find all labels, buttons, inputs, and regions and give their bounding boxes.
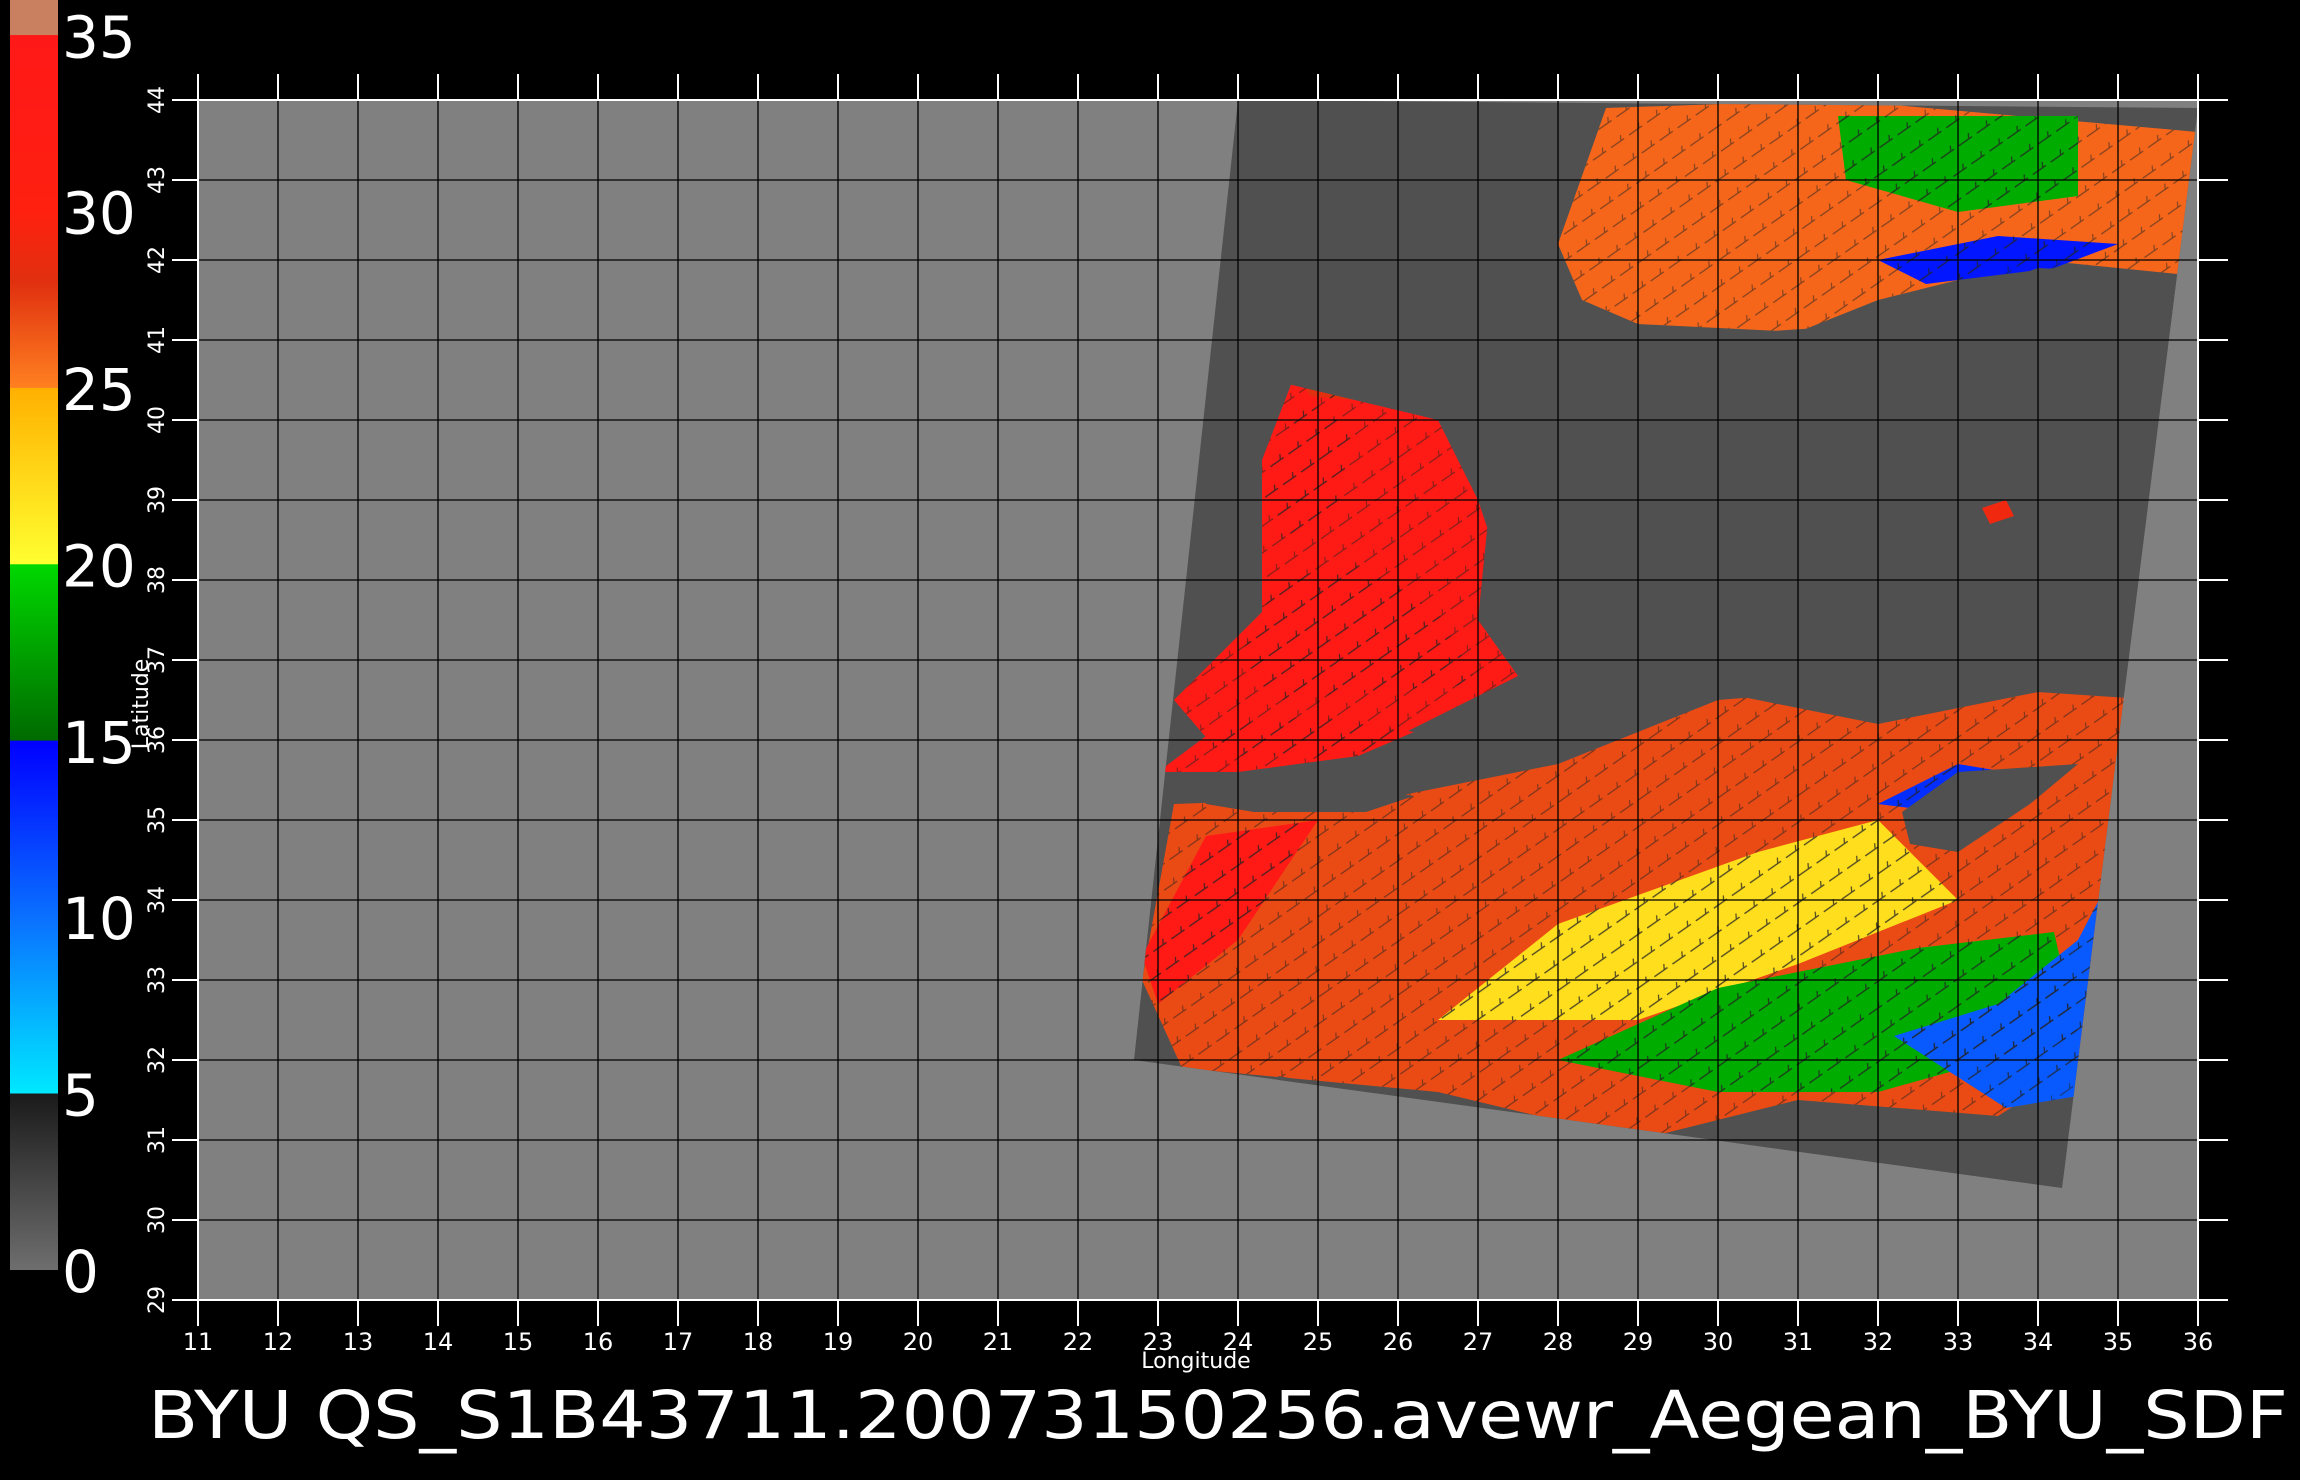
y-tick-label: 39 xyxy=(145,486,170,514)
x-tick-label: 22 xyxy=(1063,1328,1094,1356)
x-tick-label: 30 xyxy=(1703,1328,1734,1356)
x-tick-label: 31 xyxy=(1783,1328,1814,1356)
y-tick-label: 42 xyxy=(145,246,170,274)
x-tick-label: 18 xyxy=(743,1328,774,1356)
x-tick-label: 36 xyxy=(2183,1328,2214,1356)
colorbar-tick-label: 30 xyxy=(62,180,136,248)
wind-speed-map-figure: 35 30 25 20 15 10 5 0 11 12 13 14 15 16 17 18 19 20 21 22 2… xyxy=(0,0,2300,1480)
colorbar-tick-label: 10 xyxy=(62,885,136,953)
x-tick-label: 32 xyxy=(1863,1328,1894,1356)
y-tick-label: 38 xyxy=(145,566,170,594)
x-tick-label: 17 xyxy=(663,1328,694,1356)
y-tick-label: 29 xyxy=(145,1286,170,1314)
map-panel: 11 12 13 14 15 16 17 18 19 20 21 22 23 24 25 26 27 28 29 30… xyxy=(145,74,2228,1356)
y-tick-label: 35 xyxy=(145,806,170,834)
colorbar-tick-label: 20 xyxy=(62,532,136,600)
x-tick-label: 29 xyxy=(1623,1328,1654,1356)
x-tick-label: 12 xyxy=(263,1328,294,1356)
file-title: BYU QS_S1B43711.20073150256.avewr_Aegean… xyxy=(148,1377,2288,1454)
y-tick-label: 44 xyxy=(145,86,170,114)
y-tick-label: 32 xyxy=(145,1046,170,1074)
x-tick-label: 13 xyxy=(343,1328,374,1356)
y-tick-label: 40 xyxy=(145,406,170,434)
y-axis-label: Latitude xyxy=(129,659,154,750)
x-tick-label: 14 xyxy=(423,1328,454,1356)
y-tick-label: 33 xyxy=(145,966,170,994)
y-tick-label: 43 xyxy=(145,166,170,194)
colorbar-tick-label: 5 xyxy=(62,1062,99,1130)
colorbar-tick-label: 35 xyxy=(62,3,136,71)
x-tick-label: 34 xyxy=(2023,1328,2054,1356)
x-tick-label: 19 xyxy=(823,1328,854,1356)
y-tick-label: 30 xyxy=(145,1206,170,1234)
y-tick-label: 31 xyxy=(145,1126,170,1154)
colorbar-tick-label: 25 xyxy=(62,356,136,424)
x-tick-label: 11 xyxy=(183,1328,214,1356)
x-tick-label: 21 xyxy=(983,1328,1014,1356)
colorbar-tick-label: 0 xyxy=(62,1238,99,1306)
x-tick-label: 27 xyxy=(1463,1328,1494,1356)
colorbar-tick-label: 15 xyxy=(62,709,136,777)
colorbar-gradient xyxy=(10,0,58,1270)
x-tick-label: 15 xyxy=(503,1328,534,1356)
x-tick-label: 25 xyxy=(1303,1328,1334,1356)
y-tick-label: 34 xyxy=(145,886,170,914)
x-tick-label: 28 xyxy=(1543,1328,1574,1356)
x-tick-label: 16 xyxy=(583,1328,614,1356)
x-tick-label: 20 xyxy=(903,1328,934,1356)
x-tick-label: 33 xyxy=(1943,1328,1974,1356)
y-tick-label: 41 xyxy=(145,326,170,354)
x-tick-label: 35 xyxy=(2103,1328,2134,1356)
x-axis-label: Longitude xyxy=(1141,1349,1250,1374)
x-tick-label: 26 xyxy=(1383,1328,1414,1356)
